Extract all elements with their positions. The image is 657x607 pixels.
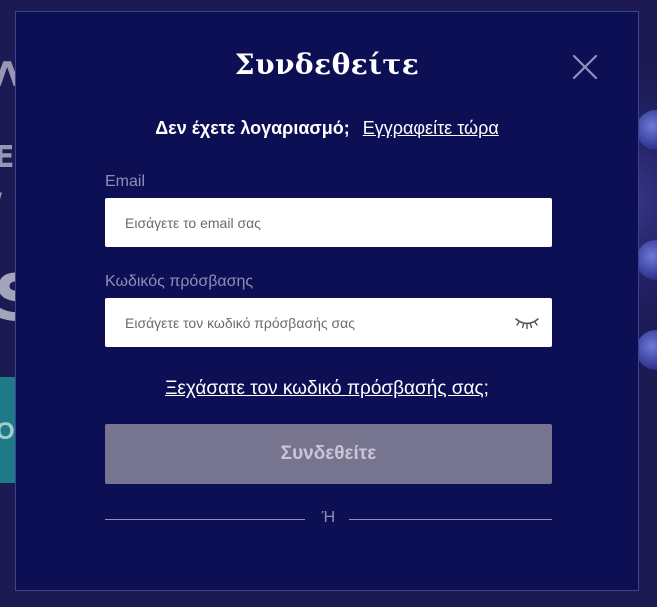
- eye-closed-icon: [515, 318, 539, 330]
- login-modal: Συνδεθείτε Δεν έχετε λογαριασμό; Εγγραφε…: [15, 11, 639, 591]
- background-text-fragment: /: [0, 190, 2, 215]
- divider-line: [349, 519, 552, 520]
- email-input[interactable]: [105, 198, 552, 247]
- forgot-password-link[interactable]: Ξεχάσατε τον κωδικό πρόσβασής σας;: [16, 378, 638, 400]
- modal-title: Συνδεθείτε: [234, 48, 420, 81]
- or-divider: Ή: [105, 509, 552, 529]
- background-text-fragment: Ο: [0, 418, 15, 445]
- close-button[interactable]: [572, 54, 598, 80]
- signup-link[interactable]: Εγγραφείτε τώρα: [363, 118, 499, 138]
- password-label: Κωδικός πρόσβασης: [105, 273, 254, 290]
- background-text-fragment: Ε: [0, 140, 15, 175]
- email-label: Email: [105, 173, 146, 190]
- close-icon: [572, 54, 598, 80]
- login-submit-button[interactable]: Συνδεθείτε: [105, 424, 552, 484]
- background-decoration: [636, 240, 657, 280]
- background-decoration: [636, 110, 657, 150]
- password-input[interactable]: [105, 298, 552, 347]
- password-field-wrapper: [105, 298, 552, 347]
- background-decoration: [636, 330, 657, 370]
- divider-text: Ή: [321, 509, 336, 526]
- email-field-wrapper: [105, 198, 552, 247]
- password-visibility-toggle[interactable]: [514, 312, 540, 332]
- signup-prompt-text: Δεν έχετε λογαριασμό;: [155, 118, 350, 138]
- signup-prompt-row: Δεν έχετε λογαριασμό; Εγγραφείτε τώρα: [16, 118, 638, 139]
